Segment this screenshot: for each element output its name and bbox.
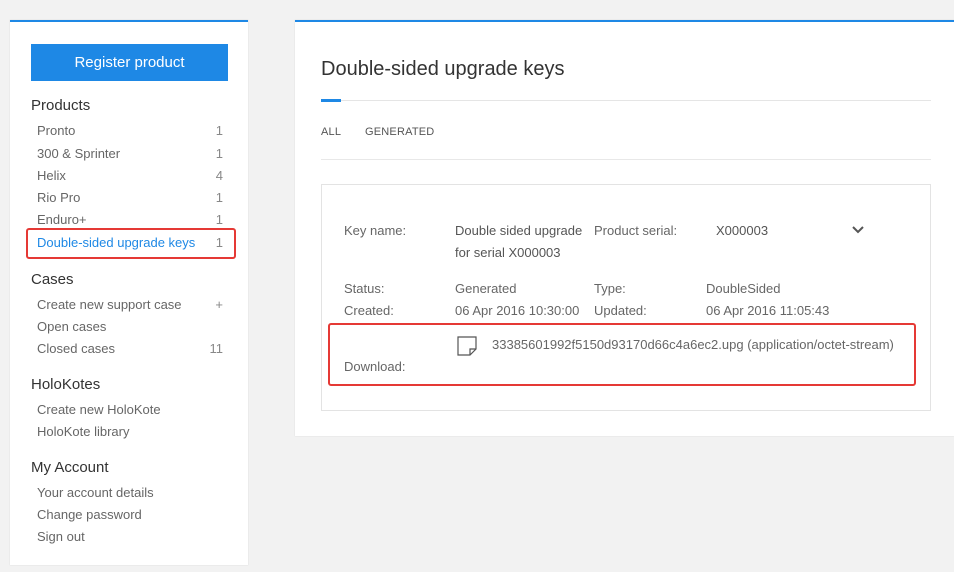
title-accent-bar (321, 99, 341, 102)
sidebar-item-300-sprinter[interactable]: 300 & Sprinter 1 (37, 142, 223, 164)
download-label: Download: (344, 359, 406, 374)
type-label: Type: (594, 281, 626, 296)
item-count: 1 (215, 234, 223, 250)
sidebar-item-pronto[interactable]: Pronto 1 (37, 119, 223, 141)
key-name-label: Key name: (344, 223, 407, 238)
section-title-products: Products (31, 97, 91, 114)
sidebar-item-change-password[interactable]: Change password (37, 503, 223, 525)
item-count: 1 (215, 145, 223, 161)
created-value: 06 Apr 2016 10:30:00 (455, 303, 580, 318)
type-value: DoubleSided (706, 281, 781, 296)
chevron-down-icon[interactable] (850, 223, 866, 237)
section-title-cases: Cases (31, 271, 74, 288)
add-icon: + (215, 296, 223, 312)
key-name-value-line2: for serial X000003 (455, 245, 561, 260)
sidebar-item-enduro[interactable]: Enduro+ 1 (37, 208, 223, 230)
sidebar-item-account-details[interactable]: Your account details (37, 481, 223, 503)
main-panel: Double-sided upgrade keys ALL GENERATED … (295, 20, 954, 436)
tab-generated[interactable]: GENERATED (365, 126, 434, 138)
sidebar-item-open-cases[interactable]: Open cases (37, 315, 223, 337)
sidebar-item-create-support-case[interactable]: Create new support case + (37, 293, 223, 315)
item-count: 1 (215, 189, 223, 205)
key-name-value-line1: Double sided upgrade (455, 223, 583, 238)
sidebar-item-sign-out[interactable]: Sign out (37, 525, 223, 547)
download-link[interactable]: 33385601992f5150d93170d66c4a6ec2.upg (ap… (492, 335, 894, 354)
status-value: Generated (455, 281, 517, 296)
sidebar: Register product Products Pronto 1 300 & … (10, 20, 248, 565)
sidebar-item-double-sided-upgrade-keys[interactable]: Double-sided upgrade keys 1 (37, 231, 223, 253)
updated-value: 06 Apr 2016 11:05:43 (706, 303, 830, 318)
updated-label: Updated: (594, 303, 647, 318)
section-title-holokotes: HoloKotes (31, 376, 101, 393)
sidebar-item-holokote-library[interactable]: HoloKote library (37, 420, 223, 442)
item-count: 1 (215, 122, 223, 138)
section-title-my-account: My Account (31, 459, 109, 476)
sidebar-item-closed-cases[interactable]: Closed cases 11 (37, 337, 223, 359)
item-count: 1 (215, 211, 223, 227)
key-card: Key name: Double sided upgrade for seria… (321, 184, 931, 411)
file-icon (457, 336, 477, 356)
tab-all[interactable]: ALL (321, 126, 341, 138)
sidebar-item-create-holokote[interactable]: Create new HoloKote (37, 398, 223, 420)
product-serial-label: Product serial: (594, 223, 678, 238)
register-product-button[interactable]: Register product (31, 44, 228, 81)
sidebar-item-helix[interactable]: Helix 4 (37, 164, 223, 186)
status-label: Status: (344, 281, 385, 296)
page-title: Double-sided upgrade keys (321, 58, 565, 80)
product-serial-value: X000003 (716, 223, 769, 238)
tabs-divider (321, 159, 931, 160)
title-divider (321, 100, 931, 101)
created-label: Created: (344, 303, 394, 318)
sidebar-item-rio-pro[interactable]: Rio Pro 1 (37, 186, 223, 208)
item-count: 11 (209, 340, 224, 356)
item-count: 4 (215, 167, 223, 183)
